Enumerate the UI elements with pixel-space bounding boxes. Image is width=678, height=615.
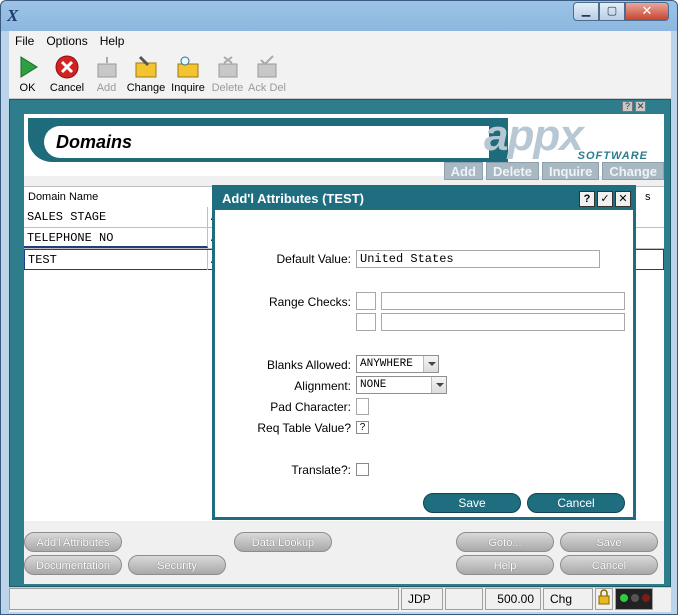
req-table-value-checkbox[interactable]: ? <box>356 421 369 434</box>
menu-options[interactable]: Options <box>40 34 93 48</box>
dialog-save-button[interactable]: Save <box>423 493 521 513</box>
column-header-extra[interactable]: s <box>645 191 651 203</box>
blanks-allowed-label: Blanks Allowed: <box>266 358 351 372</box>
toolbar: OK Cancel Add Change Inquire Delete Ack … <box>9 51 671 99</box>
form-save-button[interactable]: Save <box>560 532 658 552</box>
documentation-button[interactable]: Documentation <box>24 555 122 575</box>
blanks-allowed-value: ANYWHERE <box>360 358 413 370</box>
form-header: Domains appx SOFTWARE Add Delete Inquire… <box>24 111 664 180</box>
default-value-field[interactable]: United States <box>356 250 600 268</box>
domain-name-cell[interactable]: TEST <box>25 250 208 270</box>
lock-icon <box>595 588 613 610</box>
minimize-button[interactable]: ▁ <box>573 2 599 21</box>
range-check-1-operator[interactable] <box>356 292 376 310</box>
header-banner: Domains <box>28 118 508 162</box>
addl-attributes-button[interactable]: Add'l Attributes <box>24 532 122 552</box>
translate-checkbox[interactable] <box>356 463 369 476</box>
default-value-label: Default Value: <box>276 252 352 266</box>
maximize-button[interactable]: ▢ <box>599 2 625 21</box>
status-bar: JDP 500.00 Chg <box>9 588 671 612</box>
delete-icon <box>216 55 240 79</box>
appx-logo: appx SOFTWARE <box>484 111 654 166</box>
menu-file[interactable]: File <box>9 34 40 48</box>
column-header-domain-name[interactable]: Domain Name <box>28 191 98 203</box>
chevron-down-icon[interactable] <box>431 377 446 393</box>
child-window-controls: ? ✕ <box>622 101 646 112</box>
dialog-controls: ? ✓ ✕ <box>579 191 631 207</box>
inquire-button[interactable]: Inquire <box>167 51 209 98</box>
ok-icon <box>16 55 40 79</box>
domain-name-cell[interactable]: SALES STAGE <box>24 207 208 227</box>
delete-button[interactable]: Delete <box>209 51 246 98</box>
tab-inquire[interactable]: Inquire <box>541 162 600 180</box>
action-tabs: Add Delete Inquire Change <box>443 162 664 180</box>
change-icon <box>134 55 158 79</box>
form-cancel-button[interactable]: Cancel <box>560 555 658 575</box>
cancel-button[interactable]: Cancel <box>46 51 88 98</box>
close-button[interactable]: ✕ <box>625 2 669 21</box>
security-button[interactable]: Security <box>128 555 226 575</box>
data-lookup-button[interactable]: Data Lookup <box>234 532 332 552</box>
blanks-allowed-select[interactable]: ANYWHERE <box>356 355 439 373</box>
status-mode: Chg <box>543 588 593 610</box>
appx-logo-icon: X <box>7 6 19 25</box>
dialog-title[interactable]: Add'l Attributes (TEST) ? ✓ ✕ <box>215 188 633 210</box>
goto-button[interactable]: Goto... <box>456 532 554 552</box>
window-controls: ▁ ▢ ✕ <box>573 2 669 21</box>
cancel-icon <box>55 55 79 79</box>
ok-button[interactable]: OK <box>9 51 46 98</box>
status-empty <box>445 588 483 610</box>
change-button[interactable]: Change <box>125 51 167 98</box>
pad-character-label: Pad Character: <box>270 400 351 414</box>
logo-wordmark: appx <box>484 111 584 160</box>
ack-del-button[interactable]: Ack Del <box>246 51 288 98</box>
ack-del-icon <box>255 55 279 79</box>
menu-help[interactable]: Help <box>94 34 131 48</box>
status-value: 500.00 <box>485 588 541 610</box>
menu-bar: File Options Help <box>9 31 671 51</box>
dialog-help-icon[interactable]: ? <box>579 191 595 207</box>
range-checks-label: Range Checks: <box>268 295 351 309</box>
dialog-cancel-button[interactable]: Cancel <box>527 493 625 513</box>
add-button[interactable]: Add <box>88 51 125 98</box>
pad-character-field[interactable] <box>356 398 369 415</box>
status-message <box>9 588 399 610</box>
tab-delete[interactable]: Delete <box>485 162 539 180</box>
range-check-2-value[interactable] <box>381 313 625 331</box>
dialog-title-text: Add'l Attributes (TEST) <box>222 191 364 206</box>
tab-change[interactable]: Change <box>602 162 664 180</box>
child-close-icon[interactable]: ✕ <box>635 101 646 112</box>
chevron-down-icon[interactable] <box>423 356 438 372</box>
dialog-ok-icon[interactable]: ✓ <box>597 191 613 207</box>
domain-name-cell[interactable]: TELEPHONE NO <box>24 228 208 248</box>
addl-attributes-dialog: Add'l Attributes (TEST) ? ✓ ✕ Default Va… <box>212 185 636 520</box>
logo-subtitle: SOFTWARE <box>577 150 648 162</box>
child-help-icon[interactable]: ? <box>622 101 633 112</box>
translate-label: Translate?: <box>291 463 351 477</box>
add-icon <box>95 55 119 79</box>
status-lights-icon <box>615 588 653 610</box>
page-title: Domains <box>44 126 489 158</box>
alignment-select[interactable]: NONE <box>356 376 447 394</box>
help-button[interactable]: Help <box>456 555 554 575</box>
tab-add[interactable]: Add <box>443 162 483 180</box>
alignment-label: Alignment: <box>294 379 351 393</box>
range-check-1-value[interactable] <box>381 292 625 310</box>
status-user: JDP <box>401 588 443 610</box>
dialog-close-icon[interactable]: ✕ <box>615 191 631 207</box>
range-check-2-operator[interactable] <box>356 313 376 331</box>
req-table-value-label: Req Table Value? <box>257 421 351 435</box>
title-bar[interactable]: X ▁ ▢ ✕ <box>1 1 677 31</box>
inquire-icon <box>176 55 200 79</box>
alignment-value: NONE <box>360 379 387 391</box>
